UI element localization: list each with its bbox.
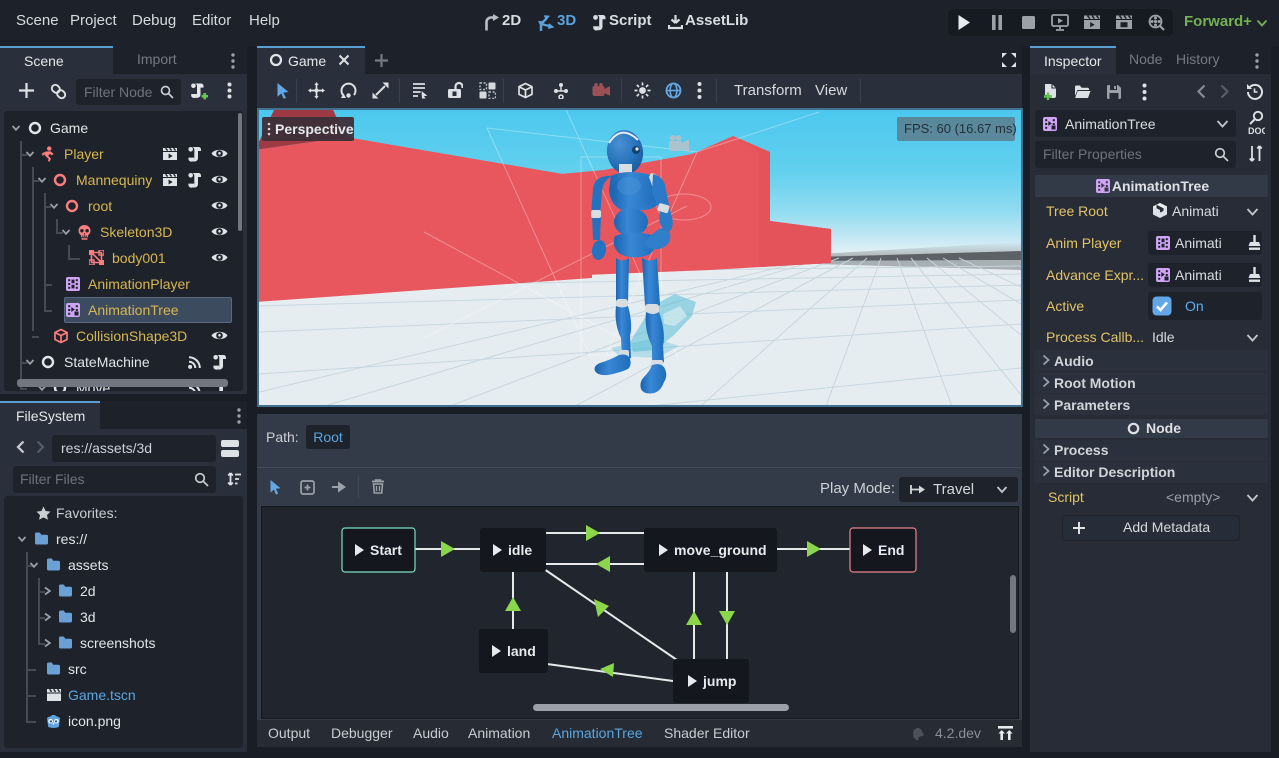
svg-text:DOC: DOC — [1248, 126, 1265, 136]
svg-text:land: land — [507, 643, 536, 659]
svg-text:idle: idle — [508, 542, 532, 558]
svg-text:End: End — [878, 542, 904, 558]
svg-text:jump: jump — [702, 673, 736, 689]
svg-text:move_ground: move_ground — [674, 542, 767, 558]
svg-text:Perspective: Perspective — [275, 121, 354, 137]
svg-text:Start: Start — [370, 542, 402, 558]
svg-text:FPS: 60 (16.67 ms): FPS: 60 (16.67 ms) — [904, 121, 1017, 136]
